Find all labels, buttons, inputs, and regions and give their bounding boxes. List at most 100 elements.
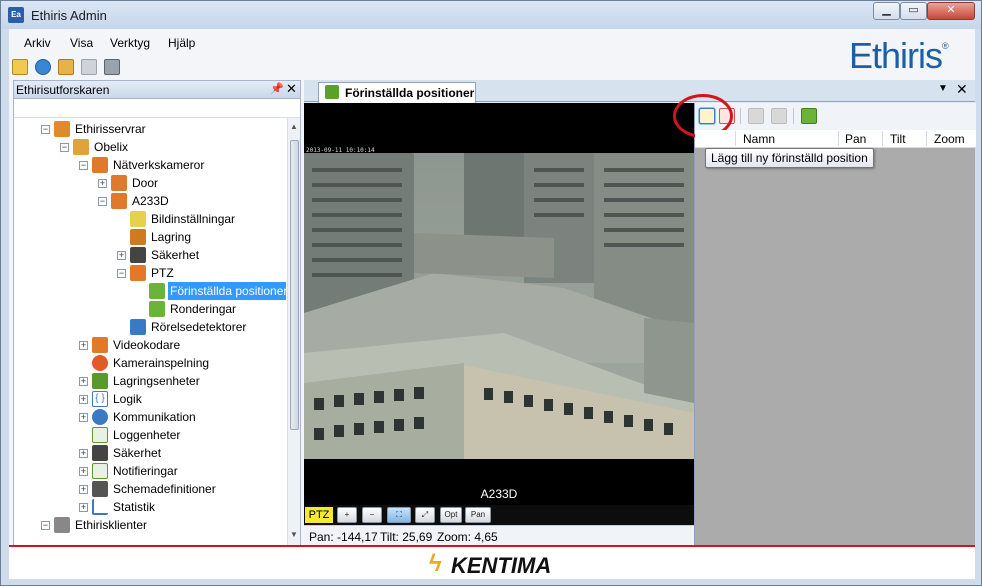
save-all-icon[interactable] <box>104 59 120 75</box>
video-encoder-icon <box>92 337 108 353</box>
schedule-icon <box>92 481 108 497</box>
tree-node-label: Rörelsedetektorer <box>151 320 247 334</box>
column-header-namn[interactable]: Namn <box>743 132 775 146</box>
preset-positions-icon <box>149 283 165 299</box>
tree-node-label: Videokodare <box>113 338 181 352</box>
camera-icon <box>111 175 127 191</box>
camera-video-view[interactable]: 2013-09-11 10:10:14 A233D <box>304 103 694 506</box>
document-area: Förinställda positioner ▼ ✕ 2013-09-11 1… <box>304 80 976 546</box>
column-header-zoom[interactable]: Zoom <box>934 132 965 146</box>
column-separator <box>926 131 927 146</box>
add-preset-tooltip: Lägg till ny förinställd position <box>705 148 874 168</box>
save-icon[interactable] <box>81 59 97 75</box>
camera-image <box>304 153 694 459</box>
app-icon: Ea <box>8 7 24 23</box>
tree-node-label: Notifieringar <box>113 464 178 478</box>
tree-node-label: Loggenheter <box>113 428 181 442</box>
expand-icon[interactable]: + <box>79 449 88 458</box>
tree-node-label: Ethirisklienter <box>75 518 148 532</box>
menu-verktyg[interactable]: Verktyg <box>110 36 150 50</box>
tree-node-label: Bildinställningar <box>151 212 236 226</box>
security-icon <box>92 445 108 461</box>
collapse-icon[interactable]: − <box>60 143 69 152</box>
ethiris-logo: Ethiris® <box>849 35 949 77</box>
expand-icon[interactable]: + <box>79 341 88 350</box>
menu-arkiv[interactable]: Arkiv <box>24 36 51 50</box>
preset-toolbar <box>673 94 976 138</box>
tree-node-label: Lagringsenheter <box>113 374 200 388</box>
expand-icon[interactable]: + <box>117 251 126 260</box>
explorer-panel: Ethirisutforskaren 📌 ✕ − Ethirisservrar … <box>13 80 301 546</box>
expand-icon[interactable]: + <box>98 179 107 188</box>
pan-value: Pan: -144,17 <box>309 530 378 544</box>
move-up-icon[interactable] <box>748 108 764 124</box>
close-window-button[interactable]: ✕ <box>927 2 975 20</box>
fullscreen-button[interactable]: ⤢ <box>415 507 435 523</box>
column-header-pan[interactable]: Pan <box>845 132 866 146</box>
maximize-button[interactable]: ▭ <box>900 2 927 20</box>
expand-icon[interactable]: + <box>79 503 88 512</box>
statistics-icon <box>92 499 108 515</box>
tree-node-label: Kamerainspelning <box>113 356 210 370</box>
zoom-in-button[interactable]: + <box>337 507 357 523</box>
close-tab-icon[interactable]: ✕ <box>956 81 968 98</box>
expand-icon[interactable]: + <box>79 395 88 404</box>
expand-icon[interactable]: + <box>79 377 88 386</box>
explorer-header: Ethirisutforskaren 📌 ✕ <box>14 81 300 99</box>
zoom-value: Zoom: 4,65 <box>437 530 498 544</box>
logo-mark: ® <box>942 41 949 51</box>
app-window: Ea Ethiris Admin ▁ ▭ ✕ Arkiv Visa Verkty… <box>0 0 982 586</box>
explorer-tree: − Ethirisservrar − Obelix − Nätverkskame… <box>14 118 286 546</box>
tree-node-label: Schemadefinitioner <box>113 482 216 496</box>
move-down-icon[interactable] <box>771 108 787 124</box>
minimize-button[interactable]: ▁ <box>873 2 900 20</box>
collapse-icon[interactable]: − <box>98 197 107 206</box>
tree-node-label: Statistik <box>113 500 156 514</box>
expand-icon[interactable]: + <box>79 467 88 476</box>
collapse-icon[interactable]: − <box>117 269 126 278</box>
tree-node-label: Obelix <box>94 140 129 154</box>
open-folder-icon[interactable] <box>58 59 74 75</box>
fit-button[interactable]: ⛶ <box>387 507 411 523</box>
close-icon[interactable]: ✕ <box>286 81 297 97</box>
camera-icon <box>111 193 127 209</box>
server-group-icon <box>54 121 70 137</box>
ptz-status-line: Pan: -144,17 Tilt: 25,69 Zoom: 4,65 <box>304 525 694 545</box>
menu-visa[interactable]: Visa <box>70 36 93 50</box>
preset-positions-icon <box>325 85 339 99</box>
kentima-text: KENTIMA <box>451 553 552 578</box>
lock-icon <box>130 247 146 263</box>
camera-recording-icon <box>92 355 108 371</box>
camera-name-overlay: A233D <box>480 487 518 501</box>
scroll-up-icon[interactable]: ▲ <box>290 122 298 131</box>
title-bar[interactable]: Ea Ethiris Admin ▁ ▭ ✕ <box>1 1 981 29</box>
tab-dropdown-icon[interactable]: ▼ <box>938 83 948 94</box>
scroll-down-icon[interactable]: ▼ <box>290 530 298 539</box>
column-separator <box>882 131 883 146</box>
goto-preset-icon[interactable] <box>801 108 817 124</box>
document-tabstrip: Förinställda positioner ▼ ✕ <box>304 80 975 103</box>
collapse-icon[interactable]: − <box>41 125 50 134</box>
opt-button[interactable]: Opt <box>440 507 462 523</box>
image-settings-icon <box>130 211 146 227</box>
tree-node-label: Förinställda positioner <box>168 282 286 300</box>
expand-icon[interactable]: + <box>79 413 88 422</box>
explorer-title: Ethirisutforskaren <box>16 83 110 97</box>
column-header-tilt[interactable]: Tilt <box>890 132 906 146</box>
lightning-icon: ϟ <box>429 550 442 577</box>
tab-preset-positions[interactable]: Förinställda positioner <box>318 82 476 103</box>
ptz-mode-label[interactable]: PTZ <box>305 507 333 523</box>
explorer-scrollbar[interactable]: ▲ ▼ <box>287 118 300 546</box>
zoom-out-button[interactable]: − <box>362 507 382 523</box>
new-icon[interactable] <box>12 59 28 75</box>
tree-node-label: Kommunikation <box>113 410 196 424</box>
settings-icon[interactable] <box>35 59 51 75</box>
client-area: Arkiv Visa Verktyg Hjälp Ethiris® Ethiri… <box>9 29 976 546</box>
collapse-icon[interactable]: − <box>79 161 88 170</box>
pin-icon[interactable]: 📌 <box>270 82 284 95</box>
expand-icon[interactable]: + <box>79 485 88 494</box>
menu-hjalp[interactable]: Hjälp <box>168 36 195 50</box>
pan-button[interactable]: Pan <box>465 507 491 523</box>
collapse-icon[interactable]: − <box>41 521 50 530</box>
scroll-thumb[interactable] <box>290 140 299 430</box>
